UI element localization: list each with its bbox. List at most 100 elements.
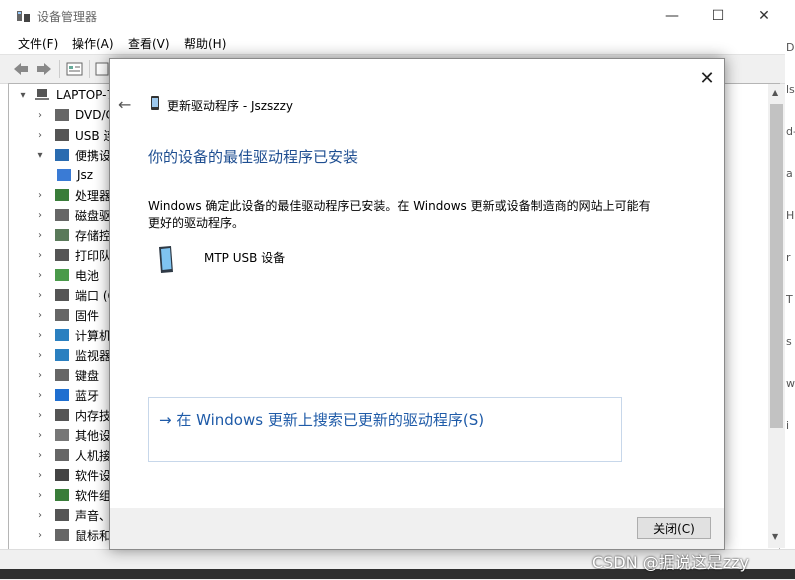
tree-item[interactable]: › 内存技: [35, 405, 111, 425]
tree-root[interactable]: ▾ LAPTOP-7: [18, 85, 114, 105]
tree-item-label: 鼠标和: [75, 528, 112, 543]
tree-item-label: 软件设: [75, 468, 112, 483]
computer-icon: [55, 329, 69, 341]
chevron-right-icon[interactable]: ›: [35, 510, 45, 521]
chevron-right-icon[interactable]: ›: [35, 430, 45, 441]
tree-item-label: 键盘: [75, 368, 100, 383]
tree-item[interactable]: Jsz: [57, 165, 93, 185]
tree-item[interactable]: › 其他设: [35, 425, 111, 445]
arrow-right-icon: →: [159, 411, 177, 429]
maximize-button[interactable]: ☐: [695, 0, 741, 31]
tree-item[interactable]: › 打印队: [35, 245, 111, 265]
background-text: a: [786, 167, 793, 180]
tree-item-label: 磁盘驱: [75, 208, 112, 223]
device-manager-icon: [17, 11, 30, 22]
tree-item[interactable]: › 监视器: [35, 345, 111, 365]
tree-item[interactable]: › 鼠标和: [35, 525, 111, 545]
software-device-icon: [55, 469, 69, 481]
chevron-right-icon[interactable]: ›: [35, 330, 45, 341]
chevron-right-icon[interactable]: ›: [35, 370, 45, 381]
tree-item-label: 蓝牙: [75, 388, 100, 403]
chevron-right-icon[interactable]: ›: [35, 110, 45, 121]
menu-bar: 文件(F) 操作(A) 查看(V) 帮助(H): [0, 31, 795, 53]
background-text: D: [786, 41, 795, 54]
search-windows-update-link[interactable]: → 在 Windows 更新上搜索已更新的驱动程序(S): [148, 397, 622, 462]
tree-item-label: 电池: [75, 268, 100, 283]
tree-item-label: 便携设: [75, 148, 112, 163]
back-arrow-icon[interactable]: ←: [118, 95, 131, 114]
tree-item[interactable]: › 人机接: [35, 445, 111, 465]
menu-action[interactable]: 操作(A): [72, 35, 114, 52]
tree-item[interactable]: › 蓝牙: [35, 385, 99, 405]
chevron-right-icon[interactable]: ›: [35, 130, 45, 141]
chevron-right-icon[interactable]: ›: [35, 290, 45, 301]
toolbar-divider: [89, 60, 90, 78]
chevron-down-icon[interactable]: ▾: [18, 90, 28, 101]
chevron-right-icon[interactable]: ›: [35, 270, 45, 281]
keyboard-icon: [55, 369, 69, 381]
tree-item-label: 人机接: [75, 448, 112, 463]
chevron-right-icon[interactable]: ›: [35, 490, 45, 501]
background-text: i: [786, 419, 790, 432]
background-text: H: [786, 209, 795, 222]
processor-icon: [55, 189, 69, 201]
close-button[interactable]: 关闭(C): [637, 517, 711, 539]
battery-icon: [55, 269, 69, 281]
update-driver-dialog: ✕ ← 更新驱动程序 - Jszszzy 你的设备的最佳驱动程序已安装 Wind…: [109, 58, 725, 550]
chevron-right-icon[interactable]: ›: [35, 530, 45, 541]
tree-item[interactable]: › DVD/C: [35, 105, 114, 125]
scan-icon[interactable]: [95, 61, 109, 77]
tree-root-label: LAPTOP-7: [56, 88, 115, 102]
tree-item[interactable]: › 计算机: [35, 325, 111, 345]
close-button[interactable]: ✕: [741, 0, 787, 31]
chevron-right-icon[interactable]: ›: [35, 470, 45, 481]
chevron-right-icon[interactable]: ›: [35, 350, 45, 361]
back-arrow-icon[interactable]: [12, 61, 30, 77]
tree-item-label: 计算机: [75, 328, 112, 343]
device-name: MTP USB 设备: [204, 251, 286, 265]
chevron-down-icon[interactable]: ▾: [35, 150, 45, 161]
portable-device-icon: [55, 149, 69, 161]
title-bar: 设备管理器 — ☐ ✕: [0, 0, 795, 31]
minimize-button[interactable]: —: [649, 0, 695, 31]
tree-item[interactable]: › USB 连: [35, 125, 115, 145]
dialog-message: Windows 确定此设备的最佳驱动程序已安装。在 Windows 更新或设备制…: [148, 199, 651, 230]
tree-item[interactable]: › 软件设: [35, 465, 111, 485]
scroll-down-icon[interactable]: ▼: [772, 532, 778, 541]
chevron-right-icon[interactable]: ›: [35, 190, 45, 201]
menu-view[interactable]: 查看(V): [128, 35, 170, 52]
chevron-right-icon[interactable]: ›: [35, 230, 45, 241]
chevron-right-icon[interactable]: ›: [35, 210, 45, 221]
hid-icon: [55, 449, 69, 461]
tree-item[interactable]: › 处理器: [35, 185, 111, 205]
search-link-text[interactable]: → 在 Windows 更新上搜索已更新的驱动程序(S): [159, 409, 484, 430]
properties-icon[interactable]: [66, 61, 84, 77]
memory-icon: [55, 409, 69, 421]
tree-item[interactable]: › 磁盘驱: [35, 205, 111, 225]
chevron-right-icon[interactable]: ›: [35, 390, 45, 401]
tree-item-label: 固件: [75, 308, 100, 323]
tree-item[interactable]: › 软件组: [35, 485, 111, 505]
tree-item-label: 打印队: [75, 248, 112, 263]
window-title: 设备管理器: [37, 10, 98, 24]
tree-item[interactable]: › 存储控: [35, 225, 111, 245]
watermark: CSDN @据说这是zzy: [592, 553, 749, 572]
tree-item[interactable]: ▾ 便携设: [35, 145, 111, 165]
tree-item[interactable]: › 端口 (C: [35, 285, 116, 305]
chevron-right-icon[interactable]: ›: [35, 410, 45, 421]
scrollbar-thumb[interactable]: [770, 104, 783, 428]
chevron-right-icon[interactable]: ›: [35, 310, 45, 321]
background-text: s: [786, 335, 792, 348]
menu-file[interactable]: 文件(F): [18, 35, 58, 52]
tree-item[interactable]: › 声音、: [35, 505, 111, 525]
chevron-right-icon[interactable]: ›: [35, 450, 45, 461]
chevron-right-icon[interactable]: ›: [35, 250, 45, 261]
tree-item[interactable]: › 电池: [35, 265, 99, 285]
usb-icon: [55, 129, 69, 141]
menu-help[interactable]: 帮助(H): [184, 35, 226, 52]
tree-item[interactable]: › 固件: [35, 305, 99, 325]
dialog-close-icon[interactable]: ✕: [696, 67, 718, 89]
scroll-up-icon[interactable]: ▲: [772, 88, 778, 97]
forward-arrow-icon[interactable]: [35, 61, 53, 77]
tree-item[interactable]: › 键盘: [35, 365, 99, 385]
